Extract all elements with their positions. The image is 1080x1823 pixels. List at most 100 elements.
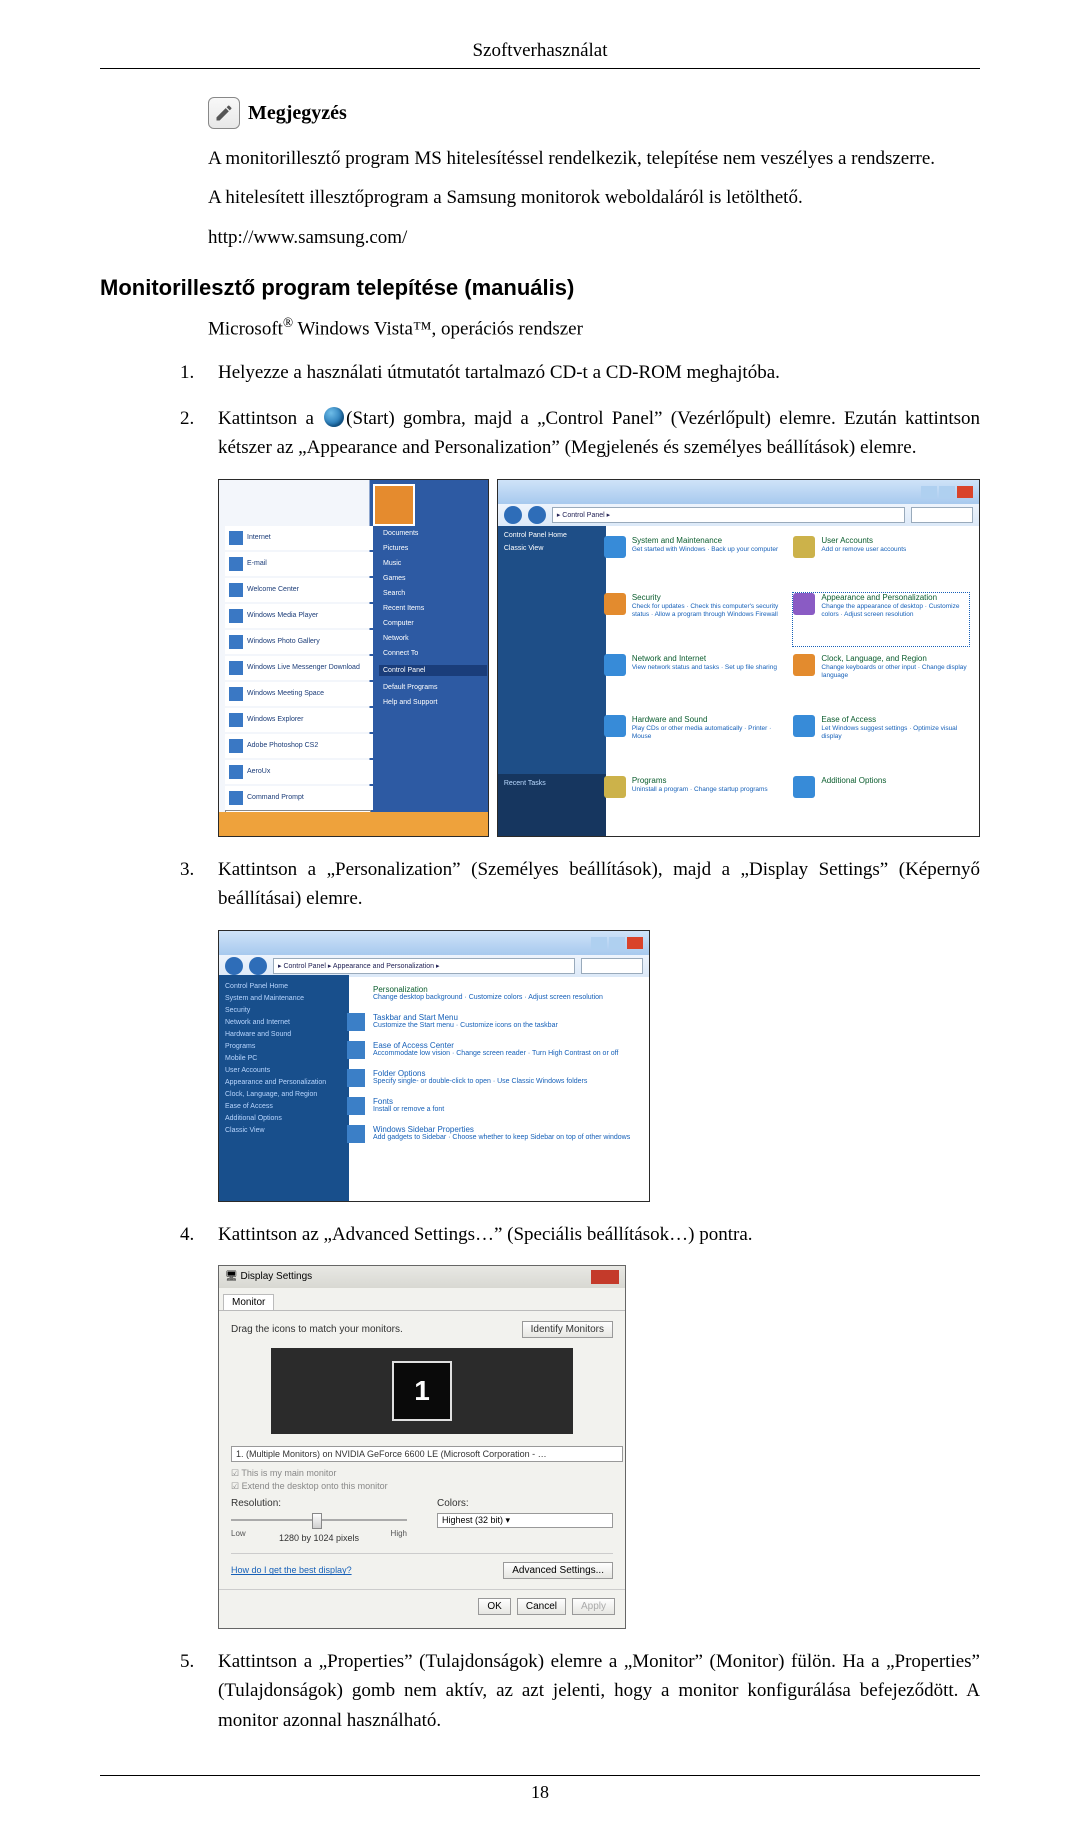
start-menu-item[interactable]: Windows Meeting Space [225,682,373,706]
forward-icon[interactable] [528,506,546,524]
note-url: http://www.samsung.com/ [208,222,980,253]
pers-side-item[interactable]: Additional Options [225,1115,343,1122]
advanced-settings-button[interactable]: Advanced Settings... [503,1562,613,1579]
colors-dropdown[interactable]: Highest (32 bit) ▾ [437,1513,613,1528]
back-icon[interactable] [504,506,522,524]
start-menu-item[interactable]: Windows Explorer [225,708,373,732]
figure-personalization: ▸ Control Panel ▸ Appearance and Persona… [218,930,980,1202]
search-box[interactable] [581,958,643,974]
control-panel-category[interactable]: SecurityCheck for updates · Check this c… [604,593,780,646]
close-icon[interactable] [627,937,643,949]
start-menu-item[interactable]: Adobe Photoshop CS2 [225,734,373,758]
pers-side-item[interactable]: Mobile PC [225,1055,343,1062]
control-panel-category[interactable]: Additional Options [793,776,969,825]
drag-hint: Drag the icons to match your monitors. [231,1324,403,1335]
start-menu-mock: InternetE-mailWelcome CenterWindows Medi… [218,479,489,837]
note-label: Megjegyzés [248,102,347,125]
personalization-mock: ▸ Control Panel ▸ Appearance and Persona… [218,930,650,1202]
start-menu-right-item[interactable]: Control Panel [379,665,487,676]
control-panel-category[interactable]: Ease of AccessLet Windows suggest settin… [793,715,969,768]
start-menu-right-item[interactable]: Search [383,590,487,597]
step-4: Kattintson az „Advanced Settings…” (Spec… [218,1220,980,1249]
apply-button[interactable]: Apply [572,1598,615,1615]
display-settings-dialog: 🖥 Display Settings Monitor Drag the icon… [218,1265,626,1629]
personalization-item[interactable]: FontsInstall or remove a font [347,1097,639,1115]
start-menu-item[interactable]: Windows Photo Gallery [225,630,373,654]
forward-icon[interactable] [249,957,267,975]
personalization-item[interactable]: Ease of Access CenterAccommodate low vis… [347,1041,639,1059]
maximize-icon[interactable] [609,937,625,949]
start-menu-item[interactable]: Welcome Center [225,578,373,602]
minimize-icon[interactable] [591,937,607,949]
start-menu-right-item[interactable]: Games [383,575,487,582]
personalization-item[interactable]: Windows Sidebar PropertiesAdd gadgets to… [347,1125,639,1143]
search-box[interactable] [911,507,973,523]
colors-label: Colors: [437,1498,613,1509]
monitor-1-icon[interactable]: 1 [392,1361,452,1421]
close-icon[interactable] [591,1270,619,1284]
minimize-icon[interactable] [921,486,937,498]
checkbox-extend-desktop[interactable]: ☑ Extend the desktop onto this monitor [231,1481,613,1492]
control-panel-category[interactable]: Clock, Language, and RegionChange keyboa… [793,654,969,707]
identify-monitors-button[interactable]: Identify Monitors [522,1321,613,1338]
start-menu-right-item[interactable]: Default Programs [383,684,487,691]
pers-side-item[interactable]: Security [225,1007,343,1014]
tab-monitor[interactable]: Monitor [223,1294,274,1310]
checkbox-main-monitor[interactable]: ☑ This is my main monitor [231,1468,613,1479]
start-menu-item[interactable]: AeroUx [225,760,373,784]
control-panel-category[interactable]: Appearance and PersonalizationChange the… [793,593,969,646]
start-menu-item[interactable]: E-mail [225,552,373,576]
cancel-button[interactable]: Cancel [517,1598,566,1615]
pers-side-item[interactable]: Programs [225,1043,343,1050]
start-menu-right-item[interactable]: Network [383,635,487,642]
figure-display-settings: 🖥 Display Settings Monitor Drag the icon… [218,1265,980,1629]
start-menu-right-item[interactable]: Computer [383,620,487,627]
monitor-arrangement[interactable]: 1 [271,1348,573,1434]
address-bar[interactable]: ▸ Control Panel ▸ Appearance and Persona… [273,958,575,974]
step-number: 3. [180,855,218,884]
start-menu-right-item[interactable]: Connect To [383,650,487,657]
pers-side-item[interactable]: User Accounts [225,1067,343,1074]
control-panel-category[interactable]: ProgramsUninstall a program · Change sta… [604,776,780,825]
pers-side-item[interactable]: System and Maintenance [225,995,343,1002]
control-panel-category[interactable]: User AccountsAdd or remove user accounts [793,536,969,585]
control-panel-category[interactable]: Network and InternetView network status … [604,654,780,707]
back-icon[interactable] [225,957,243,975]
control-panel-category[interactable]: Hardware and SoundPlay CDs or other medi… [604,715,780,768]
start-menu-right-item[interactable]: Pictures [383,545,487,552]
pers-side-item[interactable]: Control Panel Home [225,983,343,990]
address-bar[interactable]: ▸ Control Panel ▸ [552,507,905,523]
start-menu-item[interactable]: Windows Live Messenger Download [225,656,373,680]
pers-side-item[interactable]: Classic View [225,1127,343,1134]
ok-button[interactable]: OK [478,1598,510,1615]
monitor-dropdown[interactable]: 1. (Multiple Monitors) on NVIDIA GeForce… [231,1446,623,1462]
page-header: Szoftverhasználat [100,40,980,69]
start-menu-item[interactable]: Windows Media Player [225,604,373,628]
pers-side-item[interactable]: Appearance and Personalization [225,1079,343,1086]
pers-side-item[interactable]: Ease of Access [225,1103,343,1110]
start-menu-right-item[interactable]: Help and Support [383,699,487,706]
help-link[interactable]: How do I get the best display? [231,1565,352,1575]
intro-line: Microsoft® Windows Vista™, operációs ren… [208,315,980,340]
pers-side-item[interactable]: Network and Internet [225,1019,343,1026]
close-icon[interactable] [957,486,973,498]
step-number: 5. [180,1647,218,1676]
maximize-icon[interactable] [939,486,955,498]
page-number: 18 [100,1775,980,1803]
control-panel-category[interactable]: System and MaintenanceGet started with W… [604,536,780,585]
personalization-sidebar: Control Panel Home System and Maintenance… [219,975,349,1201]
note-paragraph-2: A hitelesített illesztőprogram a Samsung… [208,182,980,213]
personalization-item[interactable]: Folder OptionsSpecify single- or double-… [347,1069,639,1087]
pers-side-item[interactable]: Hardware and Sound [225,1031,343,1038]
start-menu-item[interactable]: Command Prompt [225,786,373,810]
start-menu-right-item[interactable]: Music [383,560,487,567]
start-menu-right-item[interactable]: Documents [383,530,487,537]
resolution-slider[interactable]: Low High [231,1511,407,1529]
step-3: Kattintson a „Personalization” (Személye… [218,855,980,914]
pers-side-item[interactable]: Clock, Language, and Region [225,1091,343,1098]
personalization-item[interactable]: PersonalizationChange desktop background… [347,985,639,1003]
personalization-item[interactable]: Taskbar and Start MenuCustomize the Star… [347,1013,639,1031]
start-menu-item[interactable]: Internet [225,526,373,550]
control-panel-mock: ▸ Control Panel ▸ Control Panel Home Cla… [497,479,980,837]
start-menu-right-item[interactable]: Recent Items [383,605,487,612]
